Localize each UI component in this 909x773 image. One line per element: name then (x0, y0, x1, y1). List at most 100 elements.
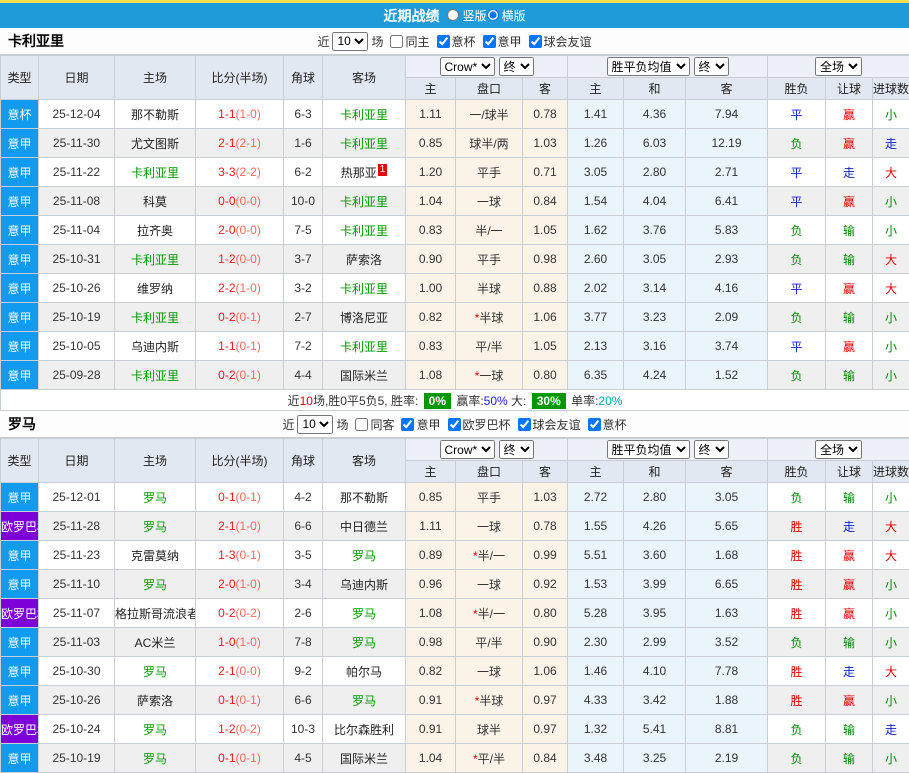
col-header-主场: 主场 (115, 439, 196, 483)
filter-checkbox-意甲[interactable]: 意甲 (483, 33, 522, 50)
home-team-link[interactable]: 那不勒斯 (131, 108, 179, 122)
filter-checkbox-球会友谊[interactable]: 球会友谊 (529, 33, 592, 50)
date-cell: 25-11-04 (39, 216, 115, 245)
handicap-line-cell: 一球 (456, 570, 523, 599)
filter-checkbox-球会友谊[interactable]: 球会友谊 (518, 416, 581, 433)
sub-header-客: 客 (523, 78, 568, 100)
away-team-link[interactable]: 卡利亚里 (340, 282, 388, 296)
group-select[interactable]: Crow* (440, 440, 495, 459)
away-team-link[interactable]: 卡利亚里 (340, 340, 388, 354)
avg-away-odds-cell: 5.83 (686, 216, 768, 245)
away-team-link[interactable]: 帕尔马 (346, 665, 382, 679)
group-select[interactable]: 终 (694, 57, 729, 76)
avg-away-odds-cell: 6.41 (686, 187, 768, 216)
home-team-link[interactable]: 萨索洛 (137, 694, 173, 708)
handicap-line-text: 平手 (477, 166, 501, 180)
col-header-日期: 日期 (39, 439, 115, 483)
avg-draw-odds-cell: 2.99 (624, 628, 686, 657)
home-team-link[interactable]: 克雷莫纳 (131, 549, 179, 563)
league-type-cell: 意甲 (1, 361, 39, 390)
filter-checkbox-意杯[interactable]: 意杯 (588, 416, 627, 433)
filter-checkbox-input[interactable] (437, 35, 450, 48)
filter-checkbox-欧罗巴杯[interactable]: 欧罗巴杯 (448, 416, 511, 433)
avg-draw-odds-cell: 3.16 (624, 332, 686, 361)
home-team-link[interactable]: 罗马 (143, 578, 167, 592)
table-body: 意甲25-12-01罗马0-1(0-1)4-2那不勒斯0.85平手1.032.7… (1, 483, 909, 773)
home-team-link[interactable]: 罗马 (143, 723, 167, 737)
filter-checkbox-input[interactable] (448, 418, 461, 431)
handicap-odds-away-cell: 0.97 (523, 686, 568, 715)
group-select[interactable]: 终 (499, 57, 534, 76)
away-team-link[interactable]: 比尔森胜利 (334, 723, 394, 737)
home-team-link[interactable]: 罗马 (143, 752, 167, 766)
filter-checkbox-input[interactable] (483, 35, 496, 48)
filter-checkbox-input[interactable] (588, 418, 601, 431)
filter-checkbox-意杯[interactable]: 意杯 (437, 33, 476, 50)
away-team-link[interactable]: 国际米兰 (340, 752, 388, 766)
layout-option[interactable]: 横版 (487, 7, 526, 24)
match-count-select[interactable]: 10 (332, 32, 368, 51)
away-team-link[interactable]: 卡利亚里 (340, 195, 388, 209)
away-team-link[interactable]: 罗马 (352, 549, 376, 563)
away-team-link[interactable]: 那不勒斯 (340, 491, 388, 505)
group-select[interactable]: 终 (499, 440, 534, 459)
home-team-link[interactable]: 罗马 (143, 491, 167, 505)
filter-checkbox-同主[interactable]: 同主 (390, 33, 429, 50)
home-team-link[interactable]: 维罗纳 (137, 282, 173, 296)
filter-checkbox-input[interactable] (355, 418, 368, 431)
handicap-line-cell: 半/一 (456, 216, 523, 245)
avg-away-odds-cell: 7.94 (686, 100, 768, 129)
handicap-line-text: 平/半 (478, 752, 505, 766)
score-cell: 0-0(0-0) (196, 187, 284, 216)
away-team-link[interactable]: 中日德兰 (340, 520, 388, 534)
group-select[interactable]: 胜平负均值 (607, 440, 690, 459)
away-team-link[interactable]: 博洛尼亚 (340, 311, 388, 325)
home-team-link[interactable]: 卡利亚里 (131, 166, 179, 180)
group-header-1: 胜平负均值终 (568, 439, 768, 461)
group-select[interactable]: 全场 (815, 440, 862, 459)
group-select[interactable]: 全场 (815, 57, 862, 76)
away-team-link[interactable]: 罗马 (352, 607, 376, 621)
score-cell: 0-2(0-2) (196, 599, 284, 628)
filter-checkbox-input[interactable] (401, 418, 414, 431)
filter-checkbox-意甲[interactable]: 意甲 (401, 416, 440, 433)
group-select[interactable]: 终 (694, 440, 729, 459)
filter-checkbox-同客[interactable]: 同客 (355, 416, 394, 433)
filter-checkbox-input[interactable] (518, 418, 531, 431)
match-row: 意甲25-10-19卡利亚里0-2(0-1)2-7博洛尼亚0.82*半球1.06… (1, 303, 909, 332)
filter-checkbox-input[interactable] (390, 35, 403, 48)
handicap-line-text: 平/半 (475, 340, 502, 354)
home-team-link[interactable]: 卡利亚里 (131, 253, 179, 267)
group-select[interactable]: Crow* (440, 57, 495, 76)
away-team-link[interactable]: 罗马 (352, 636, 376, 650)
home-team-link[interactable]: 科莫 (143, 195, 167, 209)
away-team-link[interactable]: 卡利亚里 (340, 137, 388, 151)
group-select[interactable]: 胜平负均值 (607, 57, 690, 76)
away-team-link[interactable]: 热那亚 (341, 166, 377, 180)
home-team-link[interactable]: 格拉斯哥流浪者 (115, 607, 196, 621)
home-team-link[interactable]: 卡利亚里 (131, 369, 179, 383)
home-team-link[interactable]: 乌迪内斯 (131, 340, 179, 354)
away-team-link[interactable]: 乌迪内斯 (340, 578, 388, 592)
home-team-link[interactable]: 拉齐奥 (137, 224, 173, 238)
filter-checkbox-input[interactable] (529, 35, 542, 48)
away-team-link[interactable]: 卡利亚里 (340, 224, 388, 238)
date-cell: 25-10-19 (39, 744, 115, 773)
away-team-link[interactable]: 国际米兰 (340, 369, 388, 383)
away-team-link[interactable]: 萨索洛 (346, 253, 382, 267)
match-count-select[interactable]: 10 (297, 415, 333, 434)
home-team-link[interactable]: 卡利亚里 (131, 311, 179, 325)
away-team-link[interactable]: 卡利亚里 (340, 108, 388, 122)
score-cell: 1-0(1-0) (196, 628, 284, 657)
layout-radio[interactable] (447, 9, 459, 21)
fulltime-score: 0-1 (218, 490, 235, 504)
handicap-line-cell: *半球 (456, 303, 523, 332)
home-team-link[interactable]: 罗马 (143, 665, 167, 679)
home-team-link[interactable]: AC米兰 (135, 636, 176, 650)
layout-radio[interactable] (487, 9, 499, 21)
date-cell: 25-11-23 (39, 541, 115, 570)
layout-option[interactable]: 竖版 (447, 7, 486, 24)
home-team-link[interactable]: 尤文图斯 (131, 137, 179, 151)
home-team-link[interactable]: 罗马 (143, 520, 167, 534)
away-team-link[interactable]: 罗马 (352, 694, 376, 708)
